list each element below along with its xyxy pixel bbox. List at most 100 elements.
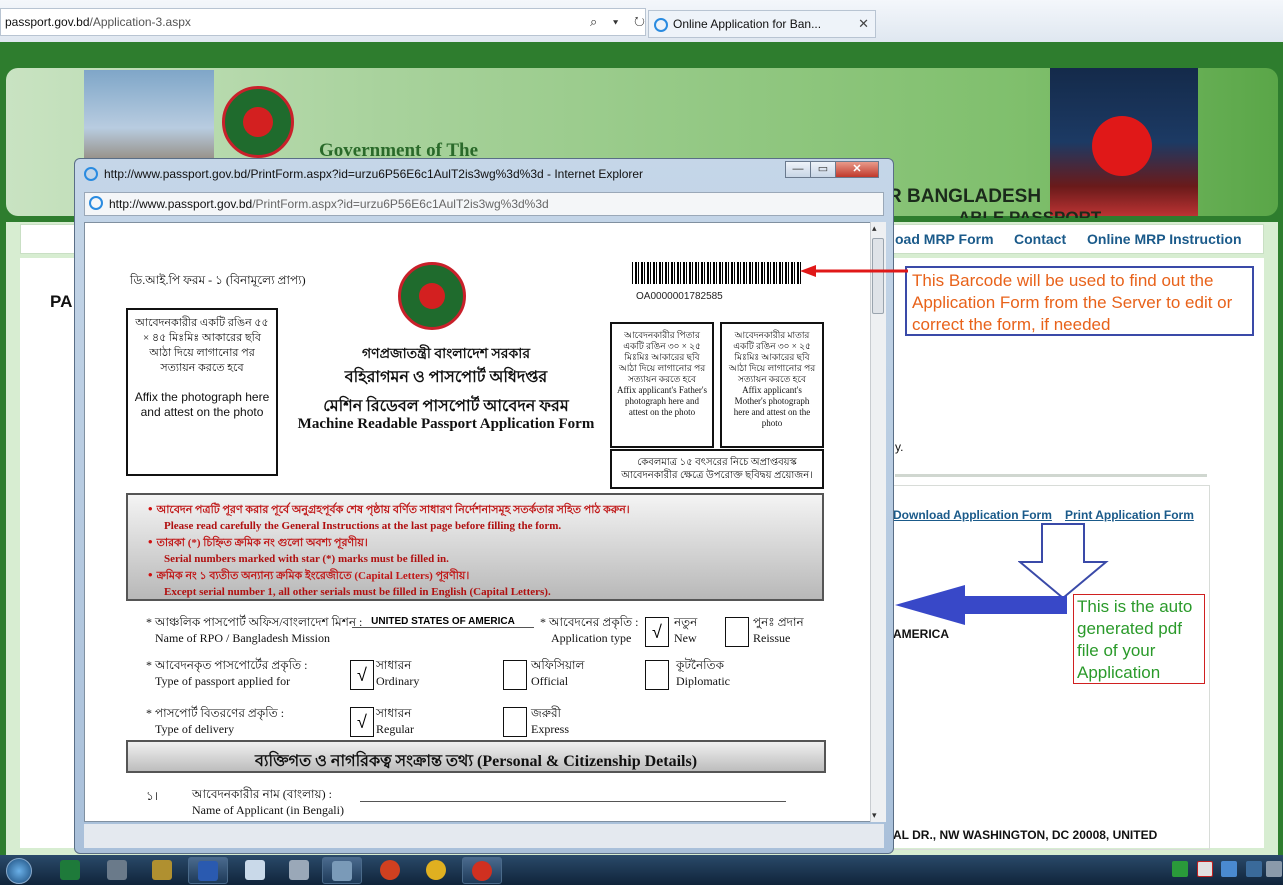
- popup-address-path: /PrintForm.aspx?id=urzu6P56E6c1AulT2is3w…: [252, 197, 549, 211]
- word-icon[interactable]: [198, 861, 218, 881]
- ordinary-bn: সাধারন: [376, 658, 412, 672]
- nav-online-mrp-instruction[interactable]: Online MRP Instruction: [1087, 231, 1242, 247]
- new-en: New: [674, 631, 697, 645]
- divider: [895, 474, 1207, 477]
- ordinary-en: Ordinary: [376, 674, 420, 688]
- mother-photo-bn: আবেদনকারীর মাতার একটি রঙিন ৩০ × ২৫ মিঃমি…: [728, 330, 816, 384]
- express-checkbox[interactable]: [503, 707, 527, 737]
- q1-label-en: Name of Applicant (in Bengali): [192, 803, 344, 817]
- close-button[interactable]: ✕: [835, 161, 879, 178]
- ie-icon: [89, 196, 103, 210]
- chrome-icon[interactable]: [426, 860, 446, 880]
- bullet-icon: •: [148, 501, 153, 516]
- tray-icon[interactable]: [1172, 861, 1188, 877]
- tray-icon[interactable]: [1221, 861, 1237, 877]
- scroll-down-icon[interactable]: ▾: [872, 810, 877, 821]
- apptype-label-en: Application type: [551, 631, 632, 645]
- rpo-label-bn: * আঞ্চলিক পাসপোর্ট অফিস/বাংলাদেশ মিশন :: [146, 615, 363, 629]
- official-checkbox[interactable]: [503, 660, 527, 690]
- delivery-label-bn: * পাসপোর্ট বিতরণের প্রকৃতি :: [146, 706, 285, 720]
- delivery-label-en: Type of delivery: [155, 722, 235, 736]
- monument-photo-right: [1050, 68, 1198, 216]
- form-heading-4: Machine Readable Passport Application Fo…: [297, 416, 595, 432]
- chrome-icon[interactable]: [472, 861, 492, 881]
- nav-contact[interactable]: Contact: [1014, 231, 1066, 247]
- tray-icon[interactable]: [1246, 861, 1262, 877]
- name-input-line[interactable]: [360, 801, 786, 802]
- official-bn: অফিসিয়াল: [531, 658, 585, 672]
- excel-icon[interactable]: [60, 860, 80, 880]
- scroll-up-icon[interactable]: ▴: [872, 223, 877, 234]
- speaker-icon[interactable]: [1266, 861, 1282, 877]
- bullet-icon: •: [148, 567, 153, 582]
- start-button[interactable]: [6, 858, 32, 884]
- under15-note: কেবলমাত্র ১৫ বৎসরের নিচে অপ্রাপ্তবয়স্ক …: [610, 449, 824, 489]
- father-photo-bn: আবেদনকারীর পিতার একটি রঙিন ৩০ × ২৫ মিঃমি…: [618, 330, 706, 384]
- instruction-3-bn: • ক্রমিক নং ১ ব্যতীত অন্যান্য ক্রমিক ইংরে…: [148, 567, 822, 585]
- popup-title: http://www.passport.gov.bd/PrintForm.asp…: [104, 167, 644, 181]
- reissue-bn: পুনঃ প্রদান: [753, 615, 804, 629]
- section-heading: ব্যক্তিগত ও নাগরিকত্ব সংক্রান্ত তথ্য (Pe…: [126, 740, 826, 773]
- bullet-icon: •: [148, 534, 153, 549]
- mother-photo-box: আবেদনকারীর মাতার একটি রঙিন ৩০ × ২৫ মিঃমি…: [720, 322, 824, 448]
- ptype-label-bn: * আবেদনকৃত পাসপোর্টের প্রকৃতি :: [146, 658, 308, 672]
- express-en: Express: [531, 722, 569, 736]
- instruction-1-bn: • আবেদন পত্রটি পূরণ করার পূর্বে অনুগ্রহপূ…: [148, 501, 822, 519]
- app-icon[interactable]: [107, 860, 127, 880]
- popup-address-bar[interactable]: http://www.passport.gov.bd/PrintForm.asp…: [84, 192, 884, 216]
- header-bangladesh: R BANGLADESH: [888, 186, 1042, 207]
- form-seal: [398, 262, 466, 330]
- ie-icon: [654, 18, 668, 32]
- government-seal: [222, 86, 294, 158]
- ie-icon[interactable]: [332, 861, 352, 881]
- official-en: Official: [531, 674, 569, 688]
- app-icon[interactable]: [380, 860, 400, 880]
- instruction-2-bn-text: তারকা (*) চিহ্নিত ক্রমিক নং গুলো অবশ্য প…: [156, 537, 368, 549]
- apptype-label-bn: * আবেদনের প্রকৃতি :: [540, 615, 639, 629]
- mother-photo-en: Affix applicant's Mother's photograph he…: [733, 385, 811, 428]
- father-photo-box: আবেদনকারীর পিতার একটি রঙিন ৩০ × ২৫ মিঃমি…: [610, 322, 714, 448]
- instruction-1-en: Please read carefully the General Instru…: [164, 519, 562, 532]
- calculator-icon[interactable]: [289, 860, 309, 880]
- instruction-3-bn-text: ক্রমিক নং ১ ব্যতীত অন্যান্য ক্রমিক ইংরেজ…: [156, 570, 470, 582]
- q1-number: ১।: [146, 789, 159, 803]
- diplomatic-en: Diplomatic: [676, 674, 730, 688]
- print-application-link[interactable]: Print Application Form: [1065, 508, 1194, 522]
- ordinary-checkbox[interactable]: √: [350, 660, 374, 690]
- instructions-box: • আবেদন পত্রটি পূরণ করার পূর্বে অনুগ্রহপূ…: [126, 493, 824, 601]
- ie-icon: [84, 167, 98, 181]
- father-photo-en: Affix applicant's Father's photograph he…: [616, 385, 708, 417]
- red-sun: [1092, 116, 1152, 176]
- notepad-icon[interactable]: [245, 860, 265, 880]
- applicant-photo-box: আবেদনকারীর একটি রঙিন ৫৫ × ৪৫ মিঃমিঃ আকার…: [126, 308, 278, 476]
- regular-checkbox[interactable]: √: [350, 707, 374, 737]
- regular-en: Regular: [376, 722, 414, 736]
- nav-download-mrp-form[interactable]: oad MRP Form: [895, 231, 994, 247]
- diplomatic-checkbox[interactable]: [645, 660, 669, 690]
- red-arrow: [800, 265, 908, 277]
- form-heading-1: গণপ্রজাতন্ত্রী বাংলাদেশ সরকার: [361, 347, 531, 362]
- address-path: /Application-3.aspx: [89, 15, 191, 29]
- address-icons[interactable]: ⌕ ▾ ↻: [590, 14, 651, 30]
- app-icon[interactable]: [152, 860, 172, 880]
- barcode-number: OA0000001782585: [636, 291, 723, 302]
- rpo-value: UNITED STATES OF AMERICA: [352, 616, 534, 628]
- form-number: ডি.আই.পি ফরম - ১ (বিনামূল্যে প্রাপ্য): [130, 273, 306, 287]
- header-passport: ABLE PASSPORT: [958, 208, 1102, 218]
- instruction-3-en: Except serial number 1, all other serial…: [164, 585, 551, 598]
- mission-address: AL DR., NW WASHINGTON, DC 20008, UNITED: [893, 828, 1158, 842]
- tab-close-icon[interactable]: ✕: [858, 16, 869, 32]
- barcode-annotation: This Barcode will be used to find out th…: [905, 266, 1254, 336]
- tab-title: Online Application for Ban...: [673, 17, 822, 31]
- popup-status-bar: [84, 824, 884, 848]
- address-bar[interactable]: passport.gov.bd/Application-3.aspx: [0, 8, 646, 36]
- reissue-checkbox[interactable]: [725, 617, 749, 647]
- download-application-link[interactable]: Download Application Form: [893, 508, 1052, 522]
- pdf-tray-icon[interactable]: [1197, 861, 1213, 877]
- instruction-2-en: Serial numbers marked with star (*) mark…: [164, 552, 449, 565]
- mission-country: AMERICA: [893, 627, 949, 641]
- browser-tab[interactable]: Online Application for Ban... ✕: [648, 10, 876, 38]
- maximize-button[interactable]: ▭: [810, 161, 836, 178]
- new-checkbox[interactable]: √: [645, 617, 669, 647]
- minimize-button[interactable]: —: [785, 161, 811, 178]
